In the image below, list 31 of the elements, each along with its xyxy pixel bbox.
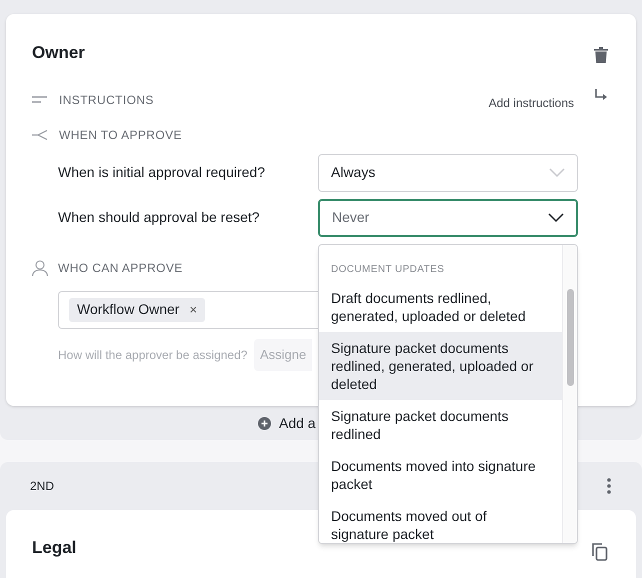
chevron-down-icon [548,212,564,222]
dropdown-option[interactable]: Signature packet documents redlined, generated, uploaded or deleted [319,332,562,400]
add-approver-button[interactable]: Add a [258,412,316,434]
assignment-field[interactable]: Assigne [254,338,312,370]
trash-icon[interactable] [594,46,608,63]
card-title: Owner [32,42,85,64]
section-heading: INSTRUCTIONS [59,92,154,108]
person-icon [32,260,48,276]
copy-icon[interactable] [592,543,608,561]
add-instructions-link[interactable]: Add instructions [488,94,574,112]
remove-button[interactable]: × [189,300,198,320]
branch-icon [32,130,48,140]
arrow-down-right-icon[interactable] [594,88,608,100]
question-label: When should approval be reset? [58,208,261,227]
dropdown-option[interactable]: Documents moved out of signature packet [319,500,562,543]
scrollbar[interactable] [562,245,577,543]
plus-circle-icon [258,416,271,430]
text-lines-icon [32,96,47,103]
question-label: When is initial approval required? [58,163,266,182]
approver-field[interactable]: Workflow Owner × [58,290,318,328]
more-vertical-icon[interactable] [607,478,611,494]
approver-tag: Workflow Owner × [69,298,206,322]
assignment-label: How will the approver be assigned? [58,346,248,364]
section-heading: WHEN TO APPROVE [59,126,182,144]
chevron-down-icon [549,168,565,178]
card-title: Legal [32,537,76,559]
select-field[interactable]: Always [318,154,578,192]
select-field[interactable]: Never [318,198,578,236]
section-heading: WHO CAN APPROVE [58,260,183,276]
dropdown-group-label: DOCUMENT UPDATES [330,263,446,277]
stage-label: 2ND [30,478,54,495]
